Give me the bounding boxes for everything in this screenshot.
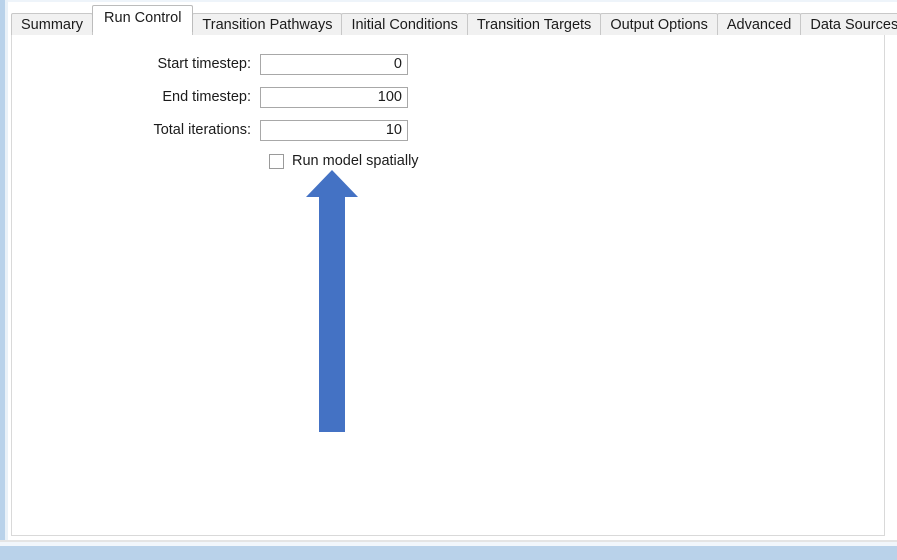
tab-advanced[interactable]: Advanced: [716, 13, 802, 35]
start-timestep-label: Start timestep:: [157, 56, 251, 72]
end-timestep-label: End timestep:: [162, 89, 251, 105]
tab-control: Start timestep: End timestep: Total iter…: [11, 5, 897, 546]
tab-transition-targets[interactable]: Transition Targets: [466, 13, 602, 35]
start-timestep-input[interactable]: [260, 53, 408, 75]
form-row-total-iterations: Total iterations:: [12, 119, 408, 141]
tab-page-run-control: Start timestep: End timestep: Total iter…: [11, 31, 885, 536]
run-model-spatially-label: Run model spatially: [292, 153, 419, 169]
tab-output-options[interactable]: Output Options: [600, 13, 718, 35]
tab-initial-conditions[interactable]: Initial Conditions: [341, 13, 468, 35]
tab-run-control[interactable]: Run Control: [92, 5, 194, 32]
tab-data-sources[interactable]: Data Sources: [800, 13, 897, 35]
run-model-spatially-row[interactable]: Run model spatially: [12, 150, 419, 172]
form-row-end-timestep: End timestep:: [12, 86, 408, 108]
form-row-start-timestep: Start timestep:: [12, 53, 408, 75]
tab-strip: Summary Run Control Transition Pathways …: [11, 5, 897, 35]
end-timestep-input[interactable]: [260, 86, 408, 108]
window-left-inner-edge: [5, 0, 8, 560]
tab-transition-pathways[interactable]: Transition Pathways: [192, 13, 343, 35]
application-window: Start timestep: End timestep: Total iter…: [0, 0, 897, 560]
window-bottom-edge: [0, 546, 897, 560]
run-model-spatially-checkbox[interactable]: [269, 153, 284, 169]
tab-summary[interactable]: Summary: [11, 13, 94, 35]
window-top-edge: [0, 0, 897, 2]
total-iterations-label: Total iterations:: [153, 122, 251, 138]
total-iterations-input[interactable]: [260, 119, 408, 141]
